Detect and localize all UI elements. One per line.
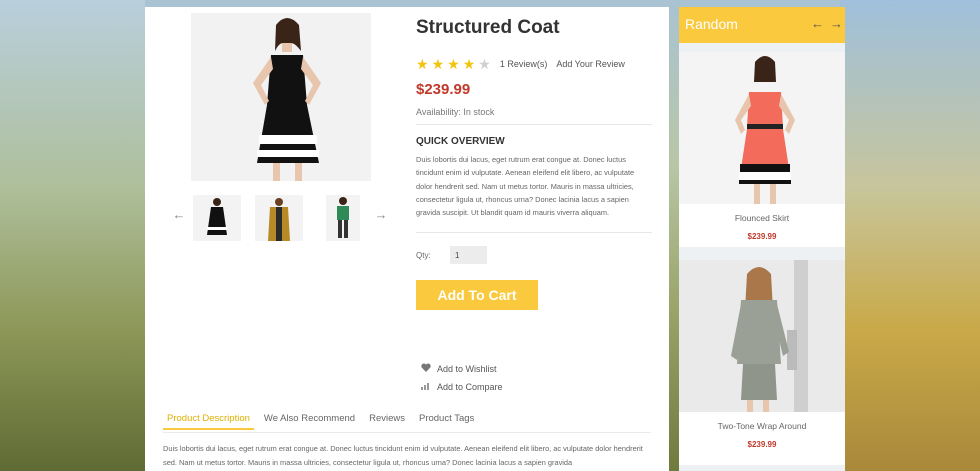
heart-icon: [421, 363, 431, 374]
add-to-cart-button[interactable]: Add To Cart: [416, 280, 538, 310]
tab-product-tags[interactable]: Product Tags: [415, 413, 478, 430]
reviews-count-link[interactable]: 1 Review(s): [500, 59, 548, 69]
add-to-wishlist-link[interactable]: Add to Wishlist: [421, 363, 497, 374]
product-description-text: Duis lobortis dui lacus, eget rutrum era…: [163, 444, 643, 467]
thumbnail-mustard-coat[interactable]: [255, 195, 303, 241]
star-icon: ★: [447, 56, 460, 72]
page-background-right: [840, 0, 980, 471]
product-card-image[interactable]: [679, 260, 845, 412]
thumbnail-green-top[interactable]: [326, 195, 360, 241]
product-main-image[interactable]: [191, 13, 371, 181]
sidebar-header: Random ← →: [679, 7, 845, 43]
product-card[interactable]: Two-Tone Wrap Around $239.99: [679, 260, 845, 465]
add-to-compare-link[interactable]: Add to Compare: [421, 381, 503, 392]
product-rating: ★ ★ ★ ★ ★ 1 Review(s) Add Your Review: [416, 57, 625, 71]
product-card-price: $239.99: [747, 440, 777, 449]
product-card-image[interactable]: [679, 52, 845, 204]
add-review-link[interactable]: Add Your Review: [556, 59, 625, 69]
thumbnail-carousel: ← →: [165, 193, 395, 243]
arrow-left-icon[interactable]: ←: [811, 16, 824, 31]
bar-chart-icon: [421, 381, 431, 392]
availability-status: Availability: In stock: [416, 107, 495, 117]
product-panel: ← → Structured Coat ★ ★ ★ ★ ★ 1 Review(s…: [145, 7, 669, 471]
thumbnail-black-dress[interactable]: [193, 195, 241, 241]
model-coral-dress-image: [679, 52, 845, 204]
product-tabs: Product Description We Also Recommend Re…: [163, 413, 484, 430]
arrow-right-icon[interactable]: →: [830, 16, 843, 31]
tab-we-also-recommend[interactable]: We Also Recommend: [260, 413, 359, 430]
product-card-price: $239.99: [747, 232, 777, 241]
quick-overview-title: QUICK OVERVIEW: [416, 136, 505, 147]
model-black-dress-image: [191, 13, 371, 181]
product-card-name[interactable]: Two-Tone Wrap Around: [679, 421, 845, 431]
arrow-right-icon[interactable]: →: [373, 207, 389, 223]
tab-reviews[interactable]: Reviews: [365, 413, 409, 430]
wishlist-label: Add to Wishlist: [437, 363, 497, 374]
model-grey-wrap-image: [679, 260, 845, 412]
sidebar-title: Random: [685, 16, 738, 32]
page-background-left: [0, 0, 145, 471]
product-price: $239.99: [416, 81, 471, 98]
arrow-left-icon[interactable]: ←: [171, 207, 187, 223]
star-icon: ★: [431, 56, 445, 72]
star-empty-icon: ★: [478, 56, 491, 72]
tabs-divider: [163, 432, 651, 433]
star-icon: ★: [462, 56, 476, 72]
product-card[interactable]: Flounced Skirt $239.99: [679, 52, 845, 247]
quick-overview-text: Duis lobortis dui lacus, eget rutrum era…: [416, 155, 635, 218]
random-products-sidebar: Random ← → Flounced Skirt $239.99 Two-To…: [679, 7, 845, 471]
compare-label: Add to Compare: [437, 381, 503, 392]
star-icon: ★: [416, 56, 429, 72]
tab-product-description[interactable]: Product Description: [163, 413, 254, 430]
product-card-name[interactable]: Flounced Skirt: [679, 213, 845, 223]
qty-label: Qty:: [416, 251, 431, 260]
product-title: Structured Coat: [416, 17, 560, 38]
divider: [416, 232, 652, 233]
divider: [416, 124, 652, 125]
qty-input[interactable]: [450, 246, 487, 264]
